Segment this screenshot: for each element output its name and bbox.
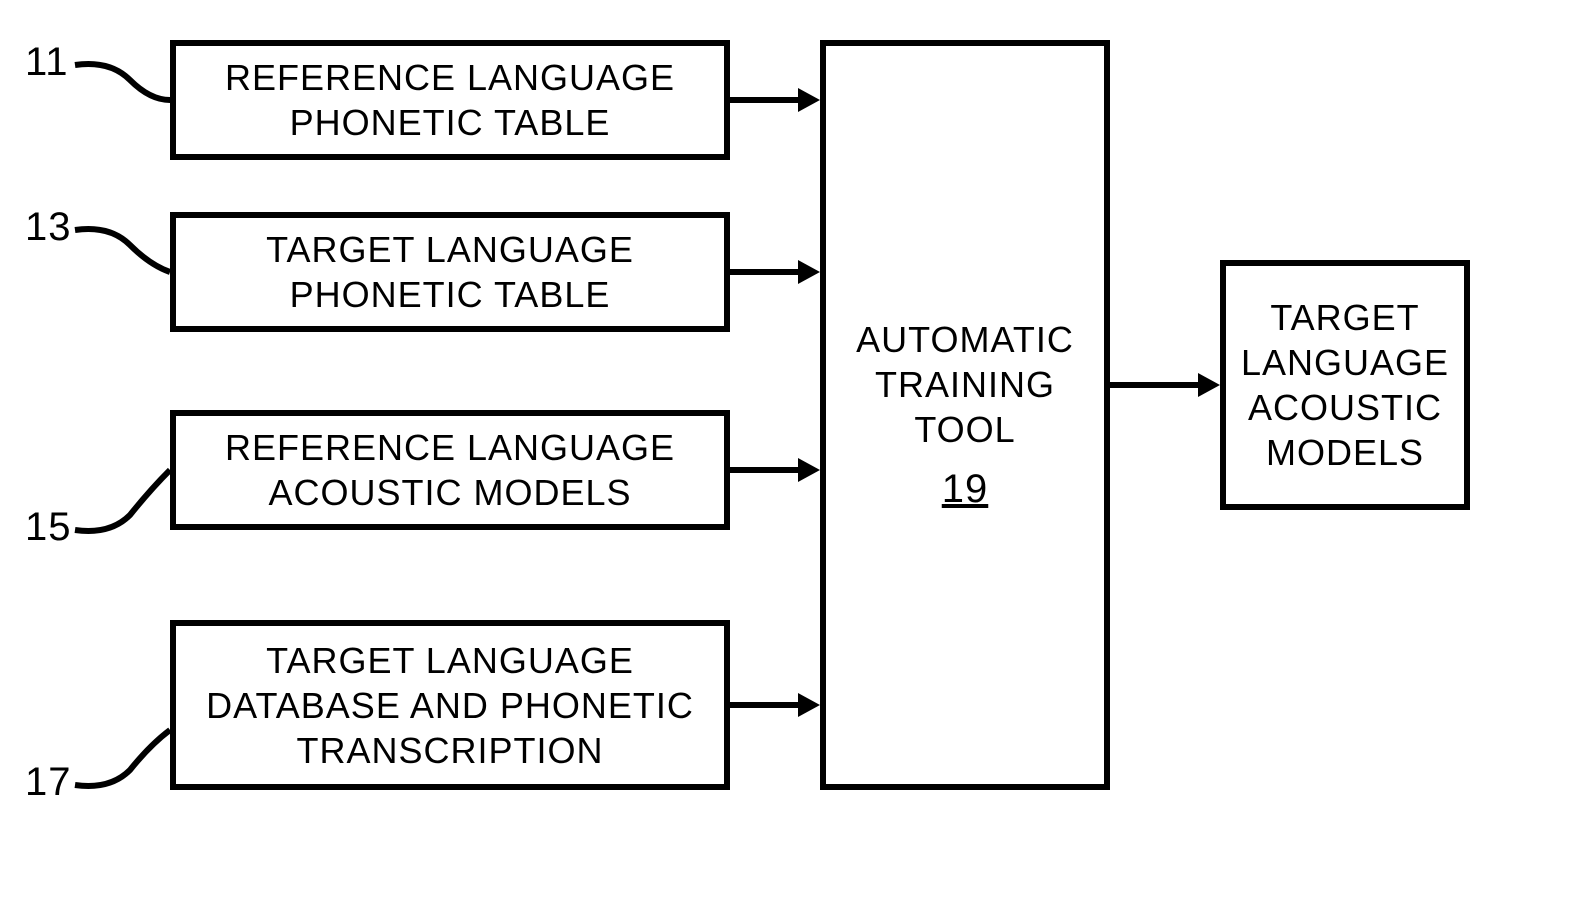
input-box-17: TARGET LANGUAGE DATABASE AND PHONETIC TR… <box>170 620 730 790</box>
box15-line2: ACOUSTIC MODELS <box>268 470 631 515</box>
center-line1: AUTOMATIC <box>856 317 1074 362</box>
box13-line2: PHONETIC TABLE <box>290 272 611 317</box>
input-box-15: REFERENCE LANGUAGE ACOUSTIC MODELS <box>170 410 730 530</box>
arrow-line-13 <box>730 269 800 275</box>
arrow-head-13 <box>798 260 820 284</box>
box17-line2: DATABASE AND PHONETIC <box>206 683 694 728</box>
arrow-line-15 <box>730 467 800 473</box>
input-box-11: REFERENCE LANGUAGE PHONETIC TABLE <box>170 40 730 160</box>
arrow-head-out <box>1198 373 1220 397</box>
arrow-line-17 <box>730 702 800 708</box>
center-refnum: 19 <box>942 464 989 514</box>
box11-line1: REFERENCE LANGUAGE <box>225 55 675 100</box>
center-line3: TOOL <box>914 407 1015 452</box>
box17-line1: TARGET LANGUAGE <box>266 638 634 683</box>
box17-line3: TRANSCRIPTION <box>296 728 603 773</box>
output-line3: ACOUSTIC <box>1248 385 1442 430</box>
output-box: TARGET LANGUAGE ACOUSTIC MODELS <box>1220 260 1470 510</box>
arrow-head-17 <box>798 693 820 717</box>
diagram-canvas: REFERENCE LANGUAGE PHONETIC TABLE TARGET… <box>0 0 1572 894</box>
box13-line1: TARGET LANGUAGE <box>266 227 634 272</box>
arrow-line-11 <box>730 97 800 103</box>
input-box-13: TARGET LANGUAGE PHONETIC TABLE <box>170 212 730 332</box>
box15-line1: REFERENCE LANGUAGE <box>225 425 675 470</box>
box11-line2: PHONETIC TABLE <box>290 100 611 145</box>
output-line1: TARGET <box>1270 295 1419 340</box>
center-line2: TRAINING <box>875 362 1055 407</box>
center-tool-box: AUTOMATIC TRAINING TOOL 19 <box>820 40 1110 790</box>
callout-curves <box>0 0 200 900</box>
arrow-head-15 <box>798 458 820 482</box>
arrow-head-11 <box>798 88 820 112</box>
arrow-line-out <box>1110 382 1200 388</box>
output-line4: MODELS <box>1266 430 1424 475</box>
output-line2: LANGUAGE <box>1241 340 1449 385</box>
